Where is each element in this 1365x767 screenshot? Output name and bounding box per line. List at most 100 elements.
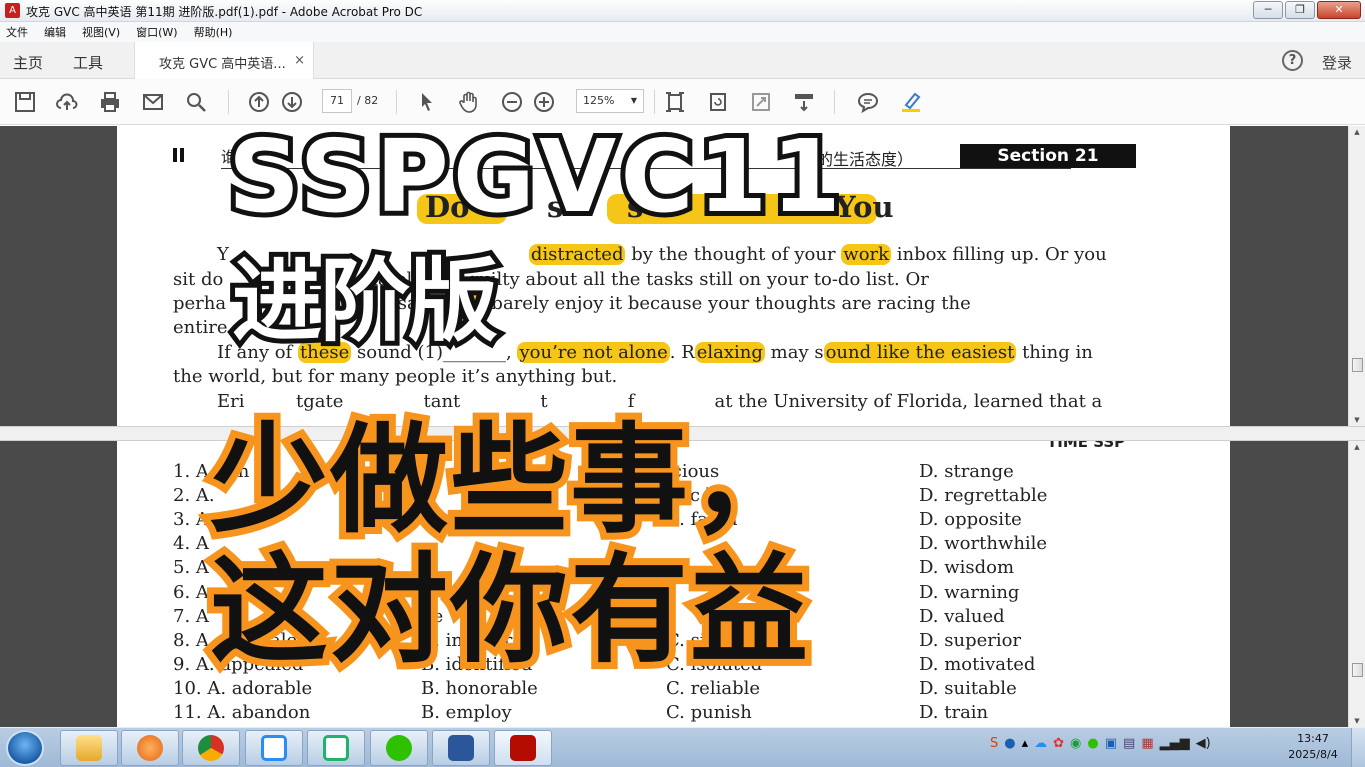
help-tray-icon[interactable]: ● bbox=[1004, 736, 1015, 751]
scroll-mode-icon[interactable] bbox=[791, 89, 817, 115]
rotate-page-icon[interactable] bbox=[705, 89, 731, 115]
overlay-level-title: 进阶版 bbox=[227, 244, 503, 359]
security-tray-icon[interactable]: ✿ bbox=[1053, 736, 1064, 751]
volume-icon[interactable]: ◀) bbox=[1196, 736, 1211, 751]
tab-close-icon[interactable]: × bbox=[294, 53, 305, 68]
help-icon[interactable]: ? bbox=[1282, 50, 1303, 71]
print-icon[interactable] bbox=[97, 89, 123, 115]
body-line: entire bbox=[173, 317, 228, 338]
tray-expand-icon[interactable]: ▴ bbox=[1022, 736, 1029, 751]
comment-icon[interactable] bbox=[855, 89, 881, 115]
select-cursor-icon[interactable] bbox=[414, 89, 440, 115]
device-tray-icon[interactable]: ▦ bbox=[1141, 736, 1153, 751]
explorer-taskbar-button[interactable] bbox=[60, 730, 118, 766]
acrobat-window: A 攻克 GVC 高中英语 第11期 进阶版.pdf(1).pdf - Adob… bbox=[0, 0, 1365, 767]
scroll-up-icon[interactable]: ▲ bbox=[1349, 128, 1365, 136]
scroll-thumb[interactable] bbox=[1352, 358, 1363, 372]
acrobat-icon bbox=[510, 735, 536, 761]
page-total: / 82 bbox=[357, 94, 379, 107]
system-tray: S ● ▴ ☁ ✿ ◉ ● ▣ ▤ ▦ ▂▄▆ ◀) bbox=[990, 736, 1211, 751]
cloud-icon bbox=[261, 735, 287, 761]
option-a: 6. A bbox=[173, 581, 209, 603]
wechat-taskbar-button[interactable] bbox=[370, 730, 428, 766]
login-link[interactable]: 登录 bbox=[1322, 52, 1352, 73]
option-a: 7. A bbox=[173, 605, 209, 627]
toolbar-divider bbox=[654, 90, 655, 114]
prev-page-icon[interactable] bbox=[246, 89, 272, 115]
word-icon bbox=[448, 735, 474, 761]
page-number-input[interactable]: 71 bbox=[322, 89, 352, 113]
menu-file[interactable]: 文件 bbox=[6, 24, 28, 40]
tab-bar: 主页 工具 攻克 GVC 高中英语... × ? 登录 bbox=[0, 42, 1365, 79]
scroll-thumb[interactable] bbox=[1352, 663, 1363, 677]
cloud2-taskbar-button[interactable] bbox=[307, 730, 365, 766]
scroll-down-icon[interactable]: ▼ bbox=[1349, 717, 1365, 725]
option-a: 11. A. abandon bbox=[173, 702, 311, 723]
sogou-icon[interactable]: S bbox=[990, 736, 998, 751]
tab-document[interactable]: 攻克 GVC 高中英语... × bbox=[134, 42, 314, 79]
full-screen-icon[interactable] bbox=[748, 89, 774, 115]
option-d: D. worthwhile bbox=[919, 533, 1048, 555]
zoom-select[interactable]: 125% ▼ bbox=[576, 89, 644, 113]
maximize-button[interactable]: ❐ bbox=[1285, 1, 1315, 19]
option-d: D. valued bbox=[919, 605, 1005, 627]
zoom-out-icon[interactable] bbox=[499, 89, 525, 115]
wechat-tray-icon[interactable]: ● bbox=[1087, 736, 1098, 751]
menu-view[interactable]: 视图(V) bbox=[82, 24, 120, 40]
toolbar-divider bbox=[396, 90, 397, 114]
acrobat-taskbar-button[interactable] bbox=[494, 730, 552, 766]
menu-window[interactable]: 窗口(W) bbox=[136, 24, 177, 40]
upload-cloud-icon[interactable] bbox=[54, 89, 80, 115]
page-header-text: TIME SSP bbox=[1047, 441, 1126, 451]
clock-date: 2025/8/4 bbox=[1288, 748, 1338, 761]
cloud-taskbar-button[interactable] bbox=[245, 730, 303, 766]
option-d: D. suitable bbox=[919, 677, 1017, 699]
scroll-up-icon[interactable]: ▲ bbox=[1349, 443, 1365, 451]
tab-tools[interactable]: 工具 bbox=[73, 52, 103, 73]
chevron-down-icon: ▼ bbox=[630, 96, 637, 105]
close-button[interactable]: ✕ bbox=[1317, 1, 1361, 19]
tab-home[interactable]: 主页 bbox=[13, 52, 43, 73]
option-b: B. employ bbox=[421, 702, 512, 723]
menu-help[interactable]: 帮助(H) bbox=[194, 24, 233, 40]
option-d: D. strange bbox=[919, 461, 1014, 482]
email-icon[interactable] bbox=[140, 89, 166, 115]
sync-tray-icon[interactable]: ◉ bbox=[1070, 736, 1081, 751]
chrome-icon bbox=[198, 735, 224, 761]
zoom-value: 125% bbox=[583, 94, 615, 107]
option-a: 4. A bbox=[173, 533, 209, 555]
next-page-icon[interactable] bbox=[279, 89, 305, 115]
save-icon[interactable] bbox=[12, 89, 38, 115]
section-banner: Section 21 bbox=[960, 144, 1136, 168]
highlighter-icon[interactable] bbox=[898, 89, 924, 115]
hand-tool-icon[interactable] bbox=[456, 89, 482, 115]
option-d: D. superior bbox=[919, 629, 1022, 651]
window-title: 攻克 GVC 高中英语 第11期 进阶版.pdf(1).pdf - Adobe … bbox=[26, 5, 423, 19]
vertical-scrollbar[interactable]: ▲ ▼ bbox=[1348, 441, 1365, 727]
chrome-taskbar-button[interactable] bbox=[182, 730, 240, 766]
menu-edit[interactable]: 编辑 bbox=[44, 24, 66, 40]
taskbar-clock[interactable]: 13:47 2025/8/4 bbox=[1284, 731, 1342, 763]
vertical-scrollbar[interactable]: ▲ ▼ bbox=[1348, 126, 1365, 426]
scroll-down-icon[interactable]: ▼ bbox=[1349, 416, 1365, 424]
show-desktop-button[interactable] bbox=[1351, 728, 1365, 767]
cloud-tray-icon[interactable]: ☁ bbox=[1034, 736, 1047, 751]
app-taskbar-button[interactable] bbox=[121, 730, 179, 766]
search-icon[interactable] bbox=[183, 89, 209, 115]
taskbar: S ● ▴ ☁ ✿ ◉ ● ▣ ▤ ▦ ▂▄▆ ◀) 13:47 2025/8/4 bbox=[0, 727, 1365, 767]
word-taskbar-button[interactable] bbox=[432, 730, 490, 766]
header-ornament bbox=[173, 148, 187, 162]
wechat-icon bbox=[386, 735, 412, 761]
battery-tray-icon[interactable]: ▤ bbox=[1123, 736, 1135, 751]
fit-page-icon[interactable] bbox=[662, 89, 688, 115]
signal-tray-icon[interactable]: ▂▄▆ bbox=[1160, 736, 1190, 751]
option-c: C. punish bbox=[666, 702, 752, 723]
windows-start-icon[interactable] bbox=[6, 730, 44, 766]
zoom-in-icon[interactable] bbox=[531, 89, 557, 115]
menu-bar: 文件 编辑 视图(V) 窗口(W) 帮助(H) bbox=[0, 22, 1365, 42]
clock-time: 13:47 bbox=[1297, 732, 1329, 745]
network-tray-icon[interactable]: ▣ bbox=[1105, 736, 1117, 751]
title-bar: A 攻克 GVC 高中英语 第11期 进阶版.pdf(1).pdf - Adob… bbox=[0, 0, 1365, 22]
option-d: D. regrettable bbox=[919, 485, 1048, 507]
minimize-button[interactable]: ─ bbox=[1253, 1, 1283, 19]
